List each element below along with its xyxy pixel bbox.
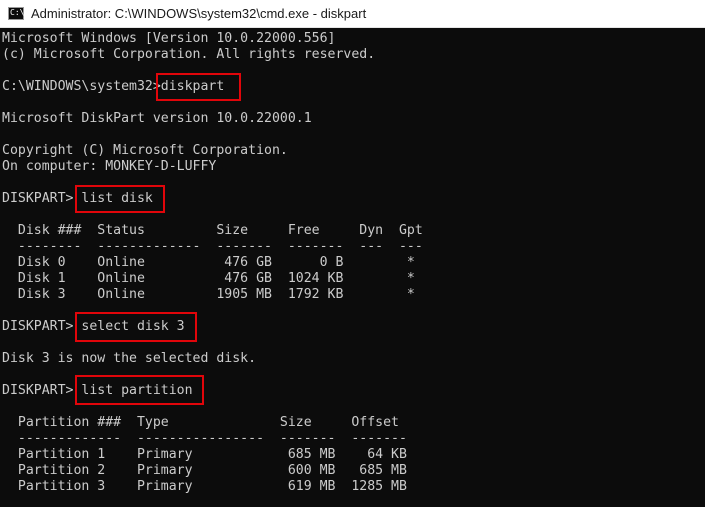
highlight-box-select-disk: [75, 312, 197, 342]
disk-table-row: Disk 1 Online 476 GB 1024 KB *: [2, 271, 415, 286]
console-line: Copyright (C) Microsoft Corporation.: [2, 143, 288, 158]
partition-table-separator: ------------- ---------------- ------- -…: [2, 431, 407, 446]
disk-table-separator: -------- ------------- ------- ------- -…: [2, 239, 423, 254]
highlight-box-list-partition: [75, 375, 204, 405]
disk-table-header: Disk ### Status Size Free Dyn Gpt: [2, 223, 423, 238]
console-line: Microsoft Windows [Version 10.0.22000.55…: [2, 31, 336, 46]
highlight-box-diskpart: [156, 73, 241, 101]
disk-table-row: Disk 0 Online 476 GB 0 B *: [2, 255, 415, 270]
partition-table-row: Partition 3 Primary 619 MB 1285 MB: [2, 479, 407, 494]
console-output[interactable]: Microsoft Windows [Version 10.0.22000.55…: [0, 28, 705, 507]
console-line: On computer: MONKEY-D-LUFFY: [2, 159, 217, 174]
cmd-icon: C:\_: [8, 7, 29, 20]
console-line: Disk 3 is now the selected disk.: [2, 351, 257, 366]
console-line: Microsoft DiskPart version 10.0.22000.1: [2, 111, 312, 126]
partition-table-row: Partition 1 Primary 685 MB 64 KB: [2, 447, 407, 462]
title-bar[interactable]: C:\_ Administrator: C:\WINDOWS\system32\…: [0, 0, 705, 28]
highlight-box-list-disk: [75, 185, 165, 213]
partition-table-header: Partition ### Type Size Offset: [2, 415, 399, 430]
partition-table-row: Partition 2 Primary 600 MB 685 MB: [2, 463, 407, 478]
disk-table-row: Disk 3 Online 1905 MB 1792 KB *: [2, 287, 415, 302]
window-title: Administrator: C:\WINDOWS\system32\cmd.e…: [31, 6, 367, 21]
console-line: (c) Microsoft Corporation. All rights re…: [2, 47, 376, 62]
